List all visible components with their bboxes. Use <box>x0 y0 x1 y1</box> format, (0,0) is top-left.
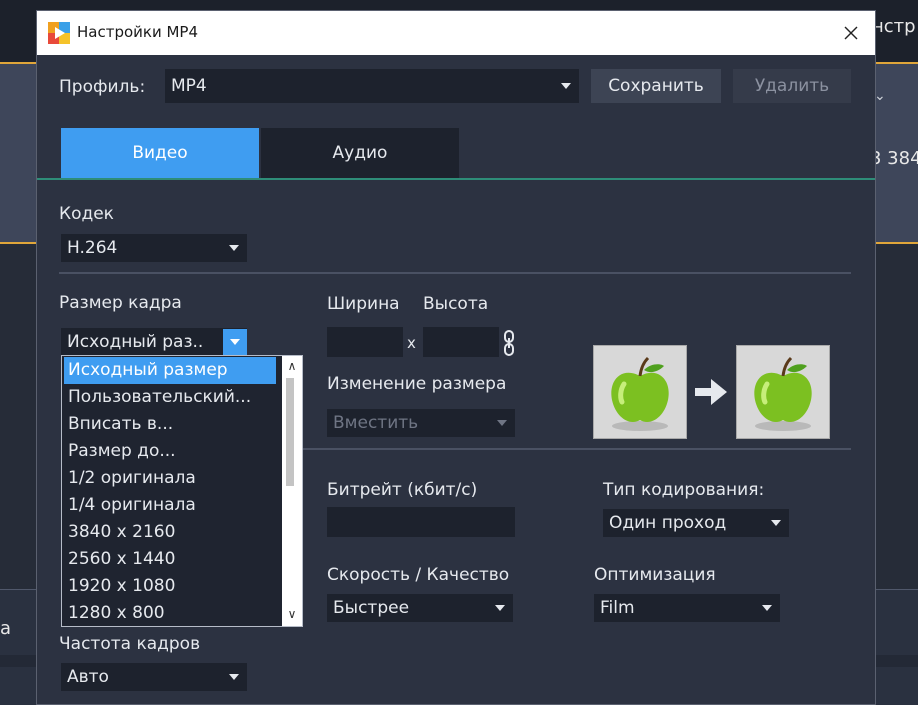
frame-size-select-value: Исходный раз.. <box>67 332 204 352</box>
scrollbar-thumb[interactable] <box>286 378 294 486</box>
tab-underline <box>37 178 875 180</box>
dropdown-option[interactable]: Размер до... <box>64 438 276 465</box>
delete-button[interactable]: Удалить <box>733 69 851 103</box>
dropdown-option[interactable]: 2560 x 1440 <box>64 546 276 573</box>
chevron-down-icon <box>229 245 239 251</box>
tab-audio[interactable]: Аудио <box>261 128 459 178</box>
dropdown-option[interactable]: Пользовательский... <box>64 384 276 411</box>
dropdown-option[interactable]: Вписать в... <box>64 411 276 438</box>
encoding-type-select-value: Один проход <box>609 513 727 533</box>
bitrate-label: Битрейт (кбит/с) <box>327 480 478 500</box>
arrow-right-icon <box>695 379 727 405</box>
chevron-down-icon <box>561 83 571 89</box>
section-divider <box>59 272 851 274</box>
resize-select-value: Вместить <box>333 413 419 433</box>
dropdown-scrollbar[interactable]: ∧ ∨ <box>282 356 302 626</box>
apple-icon <box>754 356 812 431</box>
background-menu-text: нстр <box>872 16 916 37</box>
speed-quality-select[interactable]: Быстрее <box>327 594 513 622</box>
dialog-title: Настройки MP4 <box>77 23 199 41</box>
chevron-down-icon <box>497 420 507 426</box>
resize-select[interactable]: Вместить <box>327 409 515 437</box>
mp4-settings-dialog: Настройки MP4 Профиль: MP4 Сохранить Уда… <box>36 10 876 705</box>
background-resolution-text: 3 384 <box>870 148 918 169</box>
result-preview-image <box>736 345 830 439</box>
speed-quality-select-value: Быстрее <box>333 598 410 618</box>
dropdown-option[interactable]: 1920 x 1080 <box>64 573 276 600</box>
dimension-separator: x <box>407 334 416 352</box>
chevron-down-icon <box>495 605 505 611</box>
chain-link-icon[interactable] <box>502 329 516 357</box>
chevron-down-icon <box>230 339 240 345</box>
close-icon <box>844 26 858 40</box>
frame-size-dropdown-button[interactable] <box>223 329 247 355</box>
height-label: Высота <box>423 294 489 314</box>
background-left-text: а <box>0 618 12 639</box>
profile-label: Профиль: <box>59 77 146 97</box>
close-button[interactable] <box>833 17 869 49</box>
apple-icon <box>611 356 669 431</box>
tab-video[interactable]: Видео <box>61 128 259 178</box>
scroll-down-icon[interactable]: ∨ <box>282 604 302 624</box>
chevron-down-icon <box>229 674 239 680</box>
codec-label: Кодек <box>59 204 114 224</box>
app-icon <box>48 22 70 44</box>
codec-select-value: H.264 <box>67 238 118 258</box>
source-preview-image <box>593 345 687 439</box>
dropdown-option[interactable]: 1/4 оригинала <box>64 492 276 519</box>
optimization-select[interactable]: Film <box>594 594 780 622</box>
profile-select-value: MP4 <box>171 76 207 96</box>
title-bar: Настройки MP4 <box>37 11 875 55</box>
codec-select[interactable]: H.264 <box>61 234 247 262</box>
dropdown-option[interactable]: 3840 x 2160 <box>64 519 276 546</box>
optimization-label: Оптимизация <box>594 565 716 585</box>
dropdown-option[interactable]: Исходный размер <box>64 357 276 384</box>
section-divider-2 <box>299 448 851 450</box>
frame-rate-select-value: Авто <box>67 667 109 687</box>
encoding-type-select[interactable]: Один проход <box>603 509 789 537</box>
width-label: Ширина <box>327 294 400 314</box>
frame-rate-select[interactable]: Авто <box>61 663 247 691</box>
height-input[interactable] <box>423 327 499 357</box>
frame-size-select[interactable]: Исходный раз.. <box>61 328 247 356</box>
speed-quality-label: Скорость / Качество <box>327 565 510 585</box>
encoding-type-label: Тип кодирования: <box>603 480 765 500</box>
frame-rate-label: Частота кадров <box>59 634 201 654</box>
width-input[interactable] <box>327 327 403 357</box>
dropdown-option[interactable]: 1/2 оригинала <box>64 465 276 492</box>
frame-size-label: Размер кадра <box>59 293 182 313</box>
chevron-down-icon <box>762 605 772 611</box>
optimization-select-value: Film <box>600 598 635 618</box>
chevron-down-icon <box>771 520 781 526</box>
frame-size-dropdown-list: Исходный размер Пользовательский... Вписат… <box>61 355 303 627</box>
bitrate-input[interactable] <box>327 507 515 537</box>
dropdown-option[interactable]: 1280 x 800 <box>64 600 276 626</box>
scroll-up-icon[interactable]: ∧ <box>282 356 302 376</box>
resize-label: Изменение размера <box>327 374 507 394</box>
profile-select[interactable]: MP4 <box>165 69 579 103</box>
save-button[interactable]: Сохранить <box>591 69 721 103</box>
